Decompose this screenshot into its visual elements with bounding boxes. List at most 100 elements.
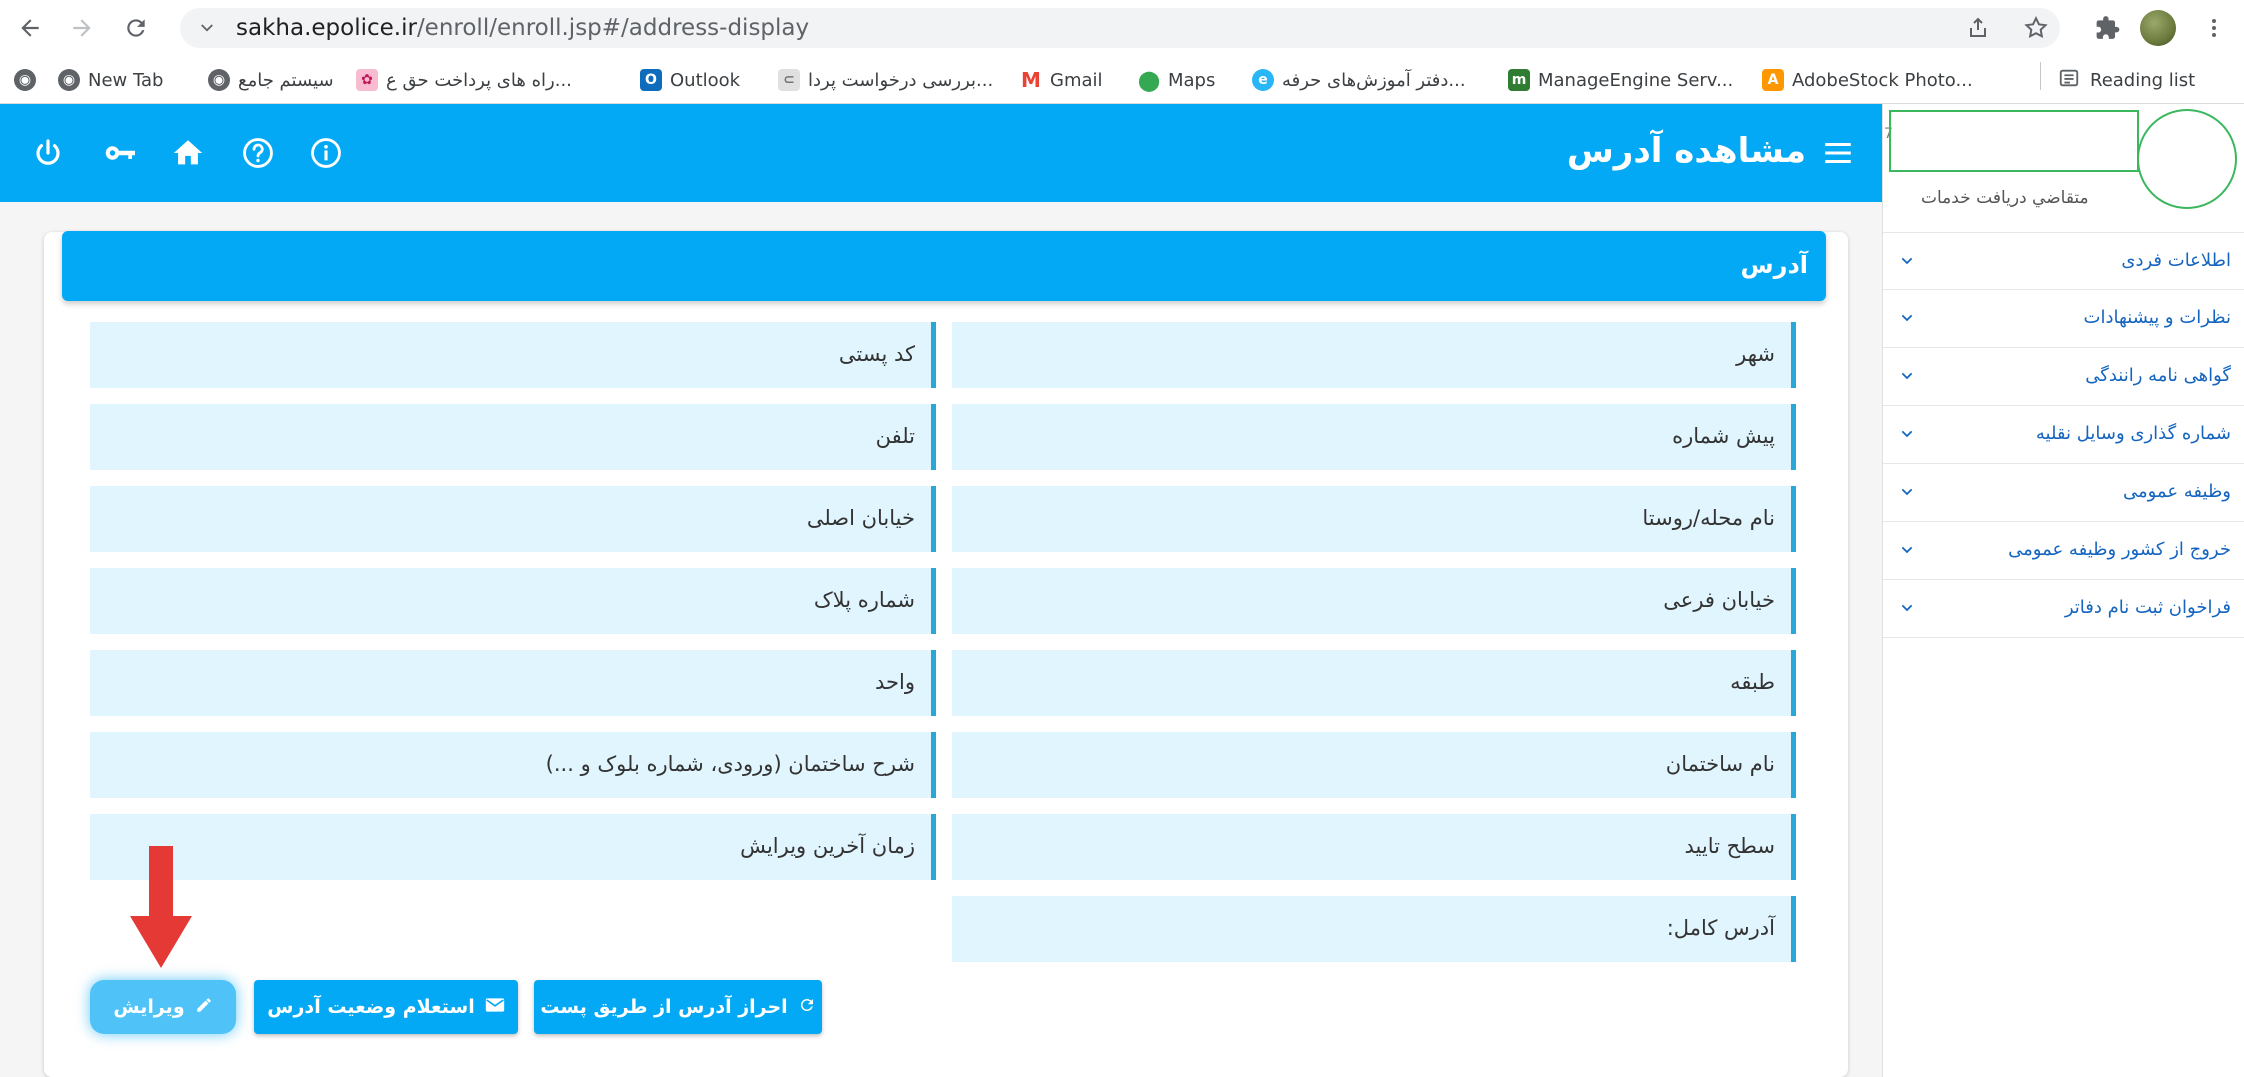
verify-by-post-button[interactable]: احراز آدرس از طریق پست <box>534 980 822 1034</box>
kebab-menu-icon[interactable] <box>2196 10 2232 46</box>
app-header: مشاهده آدرس <box>0 104 1882 202</box>
bookmark-gmail[interactable]: M Gmail <box>1020 66 1103 94</box>
maps-icon: ⬤ <box>1137 68 1161 92</box>
browser-toolbar: sakha.epolice.ir/enroll/enroll.jsp#/addr… <box>0 0 2244 56</box>
link-icon: ⊂ <box>778 69 800 91</box>
field-label: خیابان اصلی <box>806 506 915 530</box>
address-bar[interactable]: sakha.epolice.ir/enroll/enroll.jsp#/addr… <box>180 8 2060 48</box>
sidebar: 7 متقاضي دريافت خدمات اطلاعات فردی نظرات… <box>1882 104 2244 1077</box>
sidebar-item-exit-country[interactable]: خروج از کشور وظیفه عمومی <box>1883 522 2244 580</box>
bookmark-label: New Tab <box>88 69 164 91</box>
button-label: استعلام وضعیت آدرس <box>267 996 475 1018</box>
field-building-name: نام ساختمان <box>952 732 1796 798</box>
sidebar-item-label: اطلاعات فردی <box>2121 250 2231 271</box>
home-icon[interactable] <box>168 133 208 173</box>
url-path: /enroll/enroll.jsp#/address-display <box>416 15 810 41</box>
power-icon[interactable] <box>28 133 68 173</box>
profile-avatar[interactable] <box>2140 10 2176 46</box>
extensions-icon[interactable] <box>2090 10 2126 46</box>
envelope-icon <box>485 996 505 1018</box>
share-icon[interactable] <box>1960 10 1996 46</box>
chevron-down-icon <box>1897 251 1917 271</box>
card-title: آدرس <box>1740 251 1808 279</box>
apps-globe-icon[interactable]: ◉ <box>14 66 36 94</box>
sidebar-item-label: وظیفه عمومی <box>2122 481 2231 502</box>
chevron-down-icon <box>1897 540 1917 560</box>
refresh-icon <box>798 996 816 1019</box>
sidebar-item-personal-info[interactable]: اطلاعات فردی <box>1883 232 2244 290</box>
reading-list-button[interactable]: Reading list <box>2058 66 2195 94</box>
field-label: واحد <box>875 670 915 694</box>
flower-icon: ✿ <box>356 69 378 91</box>
address-status-inquiry-button[interactable]: استعلام وضعیت آدرس <box>254 980 518 1034</box>
bookmark-system[interactable]: ◉ سیستم جامع <box>208 66 334 94</box>
info-icon[interactable] <box>306 133 346 173</box>
bookmark-label: Gmail <box>1050 69 1103 91</box>
bookmark-outlook[interactable]: O Outlook <box>640 66 740 94</box>
adobe-icon: A <box>1762 69 1784 91</box>
chevron-down-icon <box>1897 482 1917 502</box>
page-title: مشاهده آدرس <box>1566 131 1806 171</box>
bookmark-training-office[interactable]: e دفتر آموزش‌های حرفه... <box>1252 66 1466 94</box>
card-header: آدرس <box>62 231 1826 301</box>
field-city: شهر <box>952 322 1796 388</box>
reload-icon[interactable] <box>118 10 154 46</box>
field-floor: طبقه <box>952 650 1796 716</box>
field-label: تلفن <box>875 424 915 448</box>
globe-icon: ◉ <box>58 69 80 91</box>
sidebar-item-military-service[interactable]: وظیفه عمومی <box>1883 464 2244 522</box>
forward-arrow-icon[interactable] <box>64 10 100 46</box>
bookmark-label: دفتر آموزش‌های حرفه... <box>1282 69 1466 91</box>
field-neighborhood: نام محله/روستا <box>952 486 1796 552</box>
gmail-icon: M <box>1020 68 1042 92</box>
field-label: پیش شماره <box>1672 424 1775 448</box>
bookmark-label: سیستم جامع <box>238 69 334 91</box>
star-icon[interactable] <box>2018 10 2054 46</box>
sidebar-item-label: شماره گذاری وسایل نقلیه <box>2035 423 2231 444</box>
user-role: متقاضي دريافت خدمات <box>1921 188 2089 208</box>
outlook-icon: O <box>640 69 662 91</box>
field-unit: واحد <box>90 650 936 716</box>
user-name-box <box>1889 110 2139 172</box>
chevron-down-icon[interactable] <box>194 15 220 41</box>
bookmark-adobestock[interactable]: A AdobeStock Photo... <box>1762 66 1973 94</box>
field-label: نام محله/روستا <box>1642 506 1775 530</box>
url-text[interactable]: sakha.epolice.ir/enroll/enroll.jsp#/addr… <box>236 15 809 41</box>
key-icon[interactable] <box>100 133 140 173</box>
chevron-down-icon <box>1897 366 1917 386</box>
field-building-description: شرح ساختمان (ورودی، شماره بلوک و ...) <box>90 732 936 798</box>
bookmark-maps[interactable]: ⬤ Maps <box>1137 66 1216 94</box>
sidebar-item-label: خروج از کشور وظیفه عمومی <box>2008 539 2231 560</box>
field-verification-level: سطح تایید <box>952 814 1796 880</box>
field-label: شرح ساختمان (ورودی، شماره بلوک و ...) <box>545 752 915 776</box>
sidebar-item-label: نظرات و پیشنهادات <box>2083 307 2231 328</box>
field-postal-code: کد پستی <box>90 322 936 388</box>
sidebar-item-driving-license[interactable]: گواهی نامه رانندگی <box>1883 348 2244 406</box>
reading-list-icon <box>2058 67 2080 94</box>
sidebar-item-vehicle-plates[interactable]: شماره گذاری وسایل نقلیه <box>1883 406 2244 464</box>
user-avatar <box>2137 109 2237 209</box>
field-label: خیابان فرعی <box>1663 588 1775 612</box>
field-full-address: آدرس کامل: <box>952 896 1796 962</box>
field-last-edit-time: زمان آخرین ویرایش <box>90 814 936 880</box>
url-host: sakha.epolice.ir <box>236 15 417 41</box>
back-arrow-icon[interactable] <box>12 10 48 46</box>
bookmark-request-review[interactable]: ⊂ بررسی درخواست پردا... <box>778 66 993 94</box>
bookmarks-bar: ◉ ◉ New Tab ◉ سیستم جامع ✿ راه های پرداخ… <box>0 56 2244 104</box>
bookmark-payment[interactable]: ✿ راه های پرداخت حق ع... <box>356 66 572 94</box>
bookmark-new-tab[interactable]: ◉ New Tab <box>58 66 163 94</box>
help-icon[interactable] <box>238 133 278 173</box>
hamburger-menu-icon[interactable] <box>1818 133 1858 173</box>
red-down-arrow-icon <box>130 846 192 968</box>
sidebar-item-feedback[interactable]: نظرات و پیشنهادات <box>1883 290 2244 348</box>
button-label: ویرایش <box>113 996 185 1018</box>
field-label: طبقه <box>1730 670 1775 694</box>
field-label: آدرس کامل: <box>1666 916 1775 940</box>
edit-button[interactable]: ویرایش <box>90 980 236 1034</box>
bookmark-manageengine[interactable]: m ManageEngine Serv... <box>1508 66 1733 94</box>
sidebar-item-office-registration[interactable]: فراخوان ثبت نام دفاتر <box>1883 580 2244 638</box>
bookmark-label: بررسی درخواست پردا... <box>808 69 994 91</box>
globe-icon: e <box>1252 69 1274 91</box>
globe-icon: ◉ <box>208 69 230 91</box>
bookmark-label: AdobeStock Photo... <box>1792 69 1973 91</box>
